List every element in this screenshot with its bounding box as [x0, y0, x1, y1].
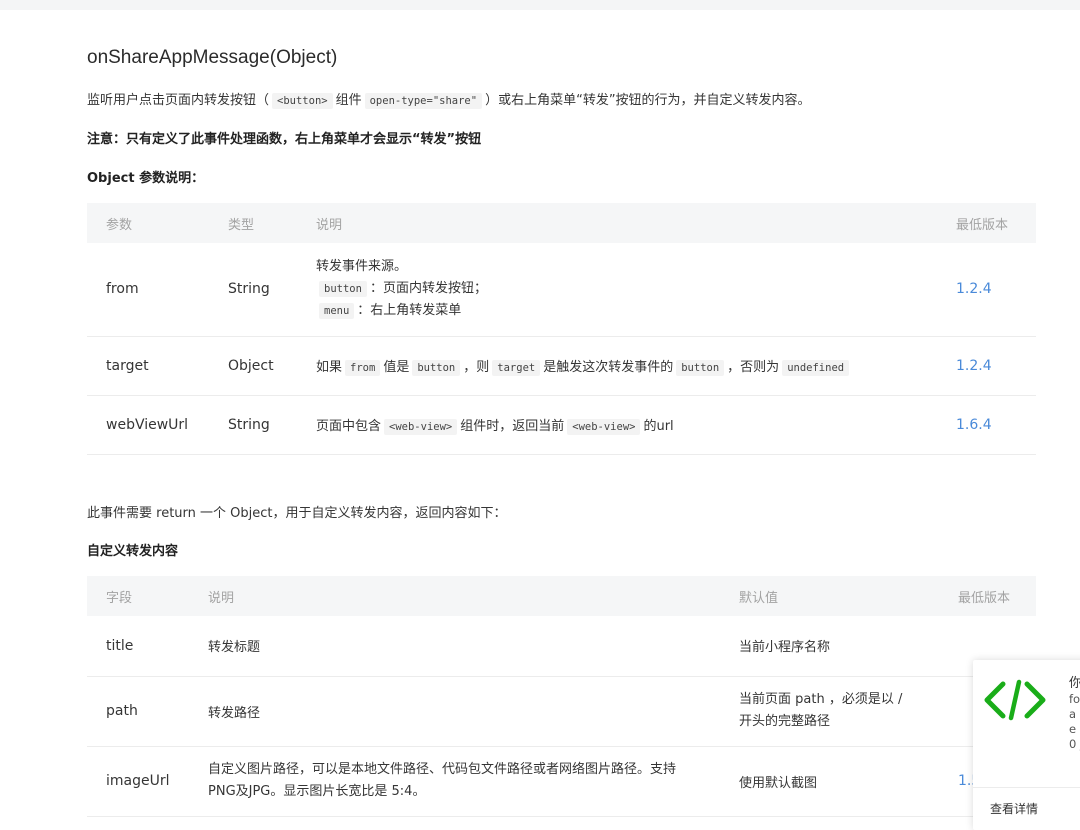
- field-desc: 转发标题: [189, 616, 720, 677]
- notification-popup[interactable]: 你 fo ta de 00 ju 查看详情: [973, 660, 1080, 830]
- popup-title: 你: [1069, 676, 1080, 691]
- header-cell: 默认值: [720, 576, 939, 616]
- table-row: imageUrl 自定义图片路径，可以是本地文件路径、代码包文件路径或者网络图片…: [87, 746, 1036, 817]
- param-type: String: [209, 243, 297, 337]
- table-row: title 转发标题 当前小程序名称: [87, 616, 1036, 677]
- custom-heading: 自定义转发内容: [87, 544, 179, 559]
- page-title: onShareAppMessage(Object): [87, 47, 338, 68]
- header-cell: 说明: [189, 576, 720, 616]
- view-details-link[interactable]: 查看详情: [990, 800, 1038, 817]
- code-icon: [984, 679, 1046, 721]
- param-name: target: [87, 336, 209, 396]
- param-name: webViewUrl: [87, 395, 209, 455]
- param-type: String: [209, 395, 297, 455]
- header-cell: 最低版本: [937, 203, 1036, 243]
- custom-content-table: 字段 说明 默认值 最低版本 title 转发标题 当前小程序名称 path 转…: [87, 576, 1036, 817]
- inline-code: button: [319, 281, 367, 298]
- api-description: 监听用户点击页面内转发按钮（ <button> 组件 open-type="share…: [87, 93, 811, 109]
- table-header-row: 参数 类型 说明 最低版本: [87, 203, 1036, 243]
- field-name: imageUrl: [87, 746, 189, 817]
- table-row: webViewUrl String 页面中包含 <web-view> 组件时，返回当…: [87, 395, 1036, 455]
- table-row: target Object 如果 from 值是 button ，则 target 是触发这…: [87, 336, 1036, 396]
- popup-text: fo ta de 00 ju: [1069, 692, 1080, 751]
- header-cell: 字段: [87, 576, 189, 616]
- top-bar: [0, 0, 1080, 10]
- inline-code: target: [492, 360, 541, 376]
- inline-code: button: [676, 360, 725, 376]
- header-cell: 最低版本: [939, 576, 1036, 616]
- inline-code: button: [412, 360, 461, 376]
- param-desc: 如果 from 值是 button ，则 target 是触发这次转发事件的 button ，否…: [297, 336, 937, 396]
- inline-code: <button>: [272, 93, 333, 109]
- header-cell: 说明: [297, 203, 937, 243]
- header-cell: 参数: [87, 203, 209, 243]
- table-row: path 转发路径 当前页面 path ，必须是以 / 开头的完整路径: [87, 676, 1036, 747]
- inline-code: undefined: [782, 360, 850, 376]
- field-desc: 转发路径: [189, 676, 720, 747]
- params-heading: Object 参数说明：: [87, 171, 205, 186]
- field-default: 当前页面 path ，必须是以 / 开头的完整路径: [720, 676, 939, 747]
- inline-code: <web-view>: [567, 419, 641, 435]
- table-header-row: 字段 说明 默认值 最低版本: [87, 576, 1036, 616]
- param-desc: 页面中包含 <web-view> 组件时，返回当前 <web-view> 的url: [297, 395, 937, 455]
- field-desc: 自定义图片路径，可以是本地文件路径、代码包文件路径或者网络图片路径。支持PNG及…: [189, 746, 720, 817]
- note-text: 注意：只有定义了此事件处理函数，右上角菜单才会显示“转发”按钮: [87, 132, 482, 147]
- field-default: 当前小程序名称: [720, 616, 939, 677]
- field-default: 使用默认截图: [720, 746, 939, 817]
- table-row: from String 转发事件来源。 button ：页面内转发按钮； menu…: [87, 243, 1036, 337]
- param-name: from: [87, 243, 209, 337]
- field-name: path: [87, 676, 189, 747]
- header-cell: 类型: [209, 203, 297, 243]
- inline-code: from: [345, 360, 381, 376]
- version-link[interactable]: 1.2.4: [937, 243, 1036, 337]
- inline-code: open-type="share": [364, 93, 483, 109]
- version-link[interactable]: 1.2.4: [937, 336, 1036, 396]
- return-note: 此事件需要 return 一个 Object，用于自定义转发内容，返回内容如下：: [87, 506, 507, 521]
- popup-divider: [973, 787, 1080, 788]
- version-link[interactable]: 1.6.4: [937, 395, 1036, 455]
- param-type: Object: [209, 336, 297, 396]
- param-desc: 转发事件来源。 button ：页面内转发按钮； menu ：右上角转发菜单: [297, 243, 937, 337]
- inline-code: menu: [319, 303, 355, 320]
- params-table: 参数 类型 说明 最低版本 from String 转发事件来源。 button…: [87, 203, 1036, 455]
- inline-code: <web-view>: [384, 419, 458, 435]
- field-name: title: [87, 616, 189, 677]
